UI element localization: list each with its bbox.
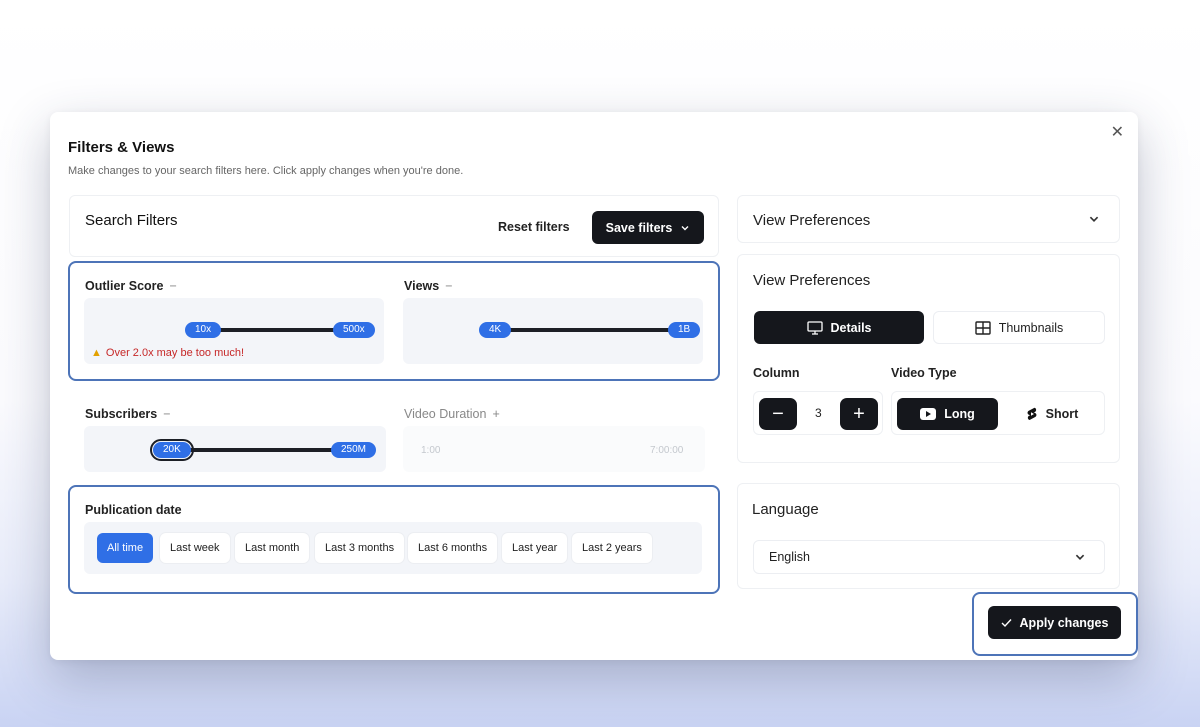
warning-icon: ▲ [91, 347, 102, 359]
view-preferences-title: View Preferences [753, 272, 871, 289]
monitor-icon [806, 320, 823, 335]
video-duration-min: 1:00 [421, 445, 441, 456]
outlier-collapse-toggle[interactable]: − [170, 279, 177, 293]
column-increment-button[interactable]: + [840, 398, 878, 430]
language-select[interactable]: English [753, 540, 1105, 574]
subscribers-max-handle[interactable]: 250M [331, 442, 377, 458]
subscribers-label: Subscribers − [85, 407, 171, 421]
outlier-max-handle[interactable]: 500x [333, 322, 375, 338]
chevron-down-icon [680, 223, 690, 233]
video-type-label: Video Type [891, 366, 957, 380]
outlier-score-label: Outlier Score − [85, 279, 177, 293]
views-slider-track[interactable] [500, 328, 680, 332]
reset-filters-button[interactable]: Reset filters [498, 220, 570, 234]
views-min-handle[interactable]: 4K [479, 322, 512, 338]
save-filters-label: Save filters [605, 220, 673, 235]
date-option-all-time[interactable]: All time [97, 533, 154, 563]
close-icon[interactable]: ✕ [1111, 122, 1124, 142]
video-duration-label: Video Duration + [404, 407, 500, 421]
filters-modal: ✕ Filters & Views Make changes to your s… [50, 112, 1138, 660]
date-option-last-week[interactable]: Last week [160, 533, 230, 563]
youtube-icon [920, 408, 937, 420]
outlier-min-handle[interactable]: 10x [185, 322, 222, 338]
grid-icon [974, 320, 991, 335]
column-decrement-button[interactable]: − [759, 398, 797, 430]
details-view-button[interactable]: Details [754, 311, 924, 344]
language-value: English [769, 550, 810, 564]
thumbnails-view-button[interactable]: Thumbnails [933, 311, 1105, 344]
modal-title: Filters & Views [68, 139, 175, 156]
chevron-down-icon[interactable] [1088, 213, 1100, 225]
chevron-down-icon [1074, 551, 1086, 563]
video-type-short-button[interactable]: Short [1006, 398, 1098, 430]
video-type-long-button[interactable]: Long [897, 398, 998, 430]
apply-changes-button[interactable]: Apply changes [988, 606, 1121, 639]
publication-date-label: Publication date [85, 503, 182, 517]
date-option-last-3-months[interactable]: Last 3 months [315, 533, 405, 563]
video-duration-expand-toggle[interactable]: + [492, 407, 499, 421]
outlier-warning: ▲ Over 2.0x may be too much! [91, 347, 245, 359]
subscribers-slider-track[interactable] [175, 448, 355, 452]
views-max-handle[interactable]: 1B [668, 322, 701, 338]
date-option-last-2-years[interactable]: Last 2 years [572, 533, 652, 563]
view-preferences-collapsed-title: View Preferences [753, 212, 871, 229]
check-icon [1001, 618, 1012, 628]
column-value: 3 [815, 406, 822, 420]
date-option-last-6-months[interactable]: Last 6 months [408, 533, 498, 563]
modal-subtitle: Make changes to your search filters here… [68, 165, 464, 177]
date-option-last-year[interactable]: Last year [502, 533, 568, 563]
search-filters-title: Search Filters [85, 212, 178, 229]
column-label: Column [753, 366, 800, 380]
subscribers-collapse-toggle[interactable]: − [163, 407, 170, 421]
language-title: Language [752, 501, 819, 518]
save-filters-button[interactable]: Save filters [592, 211, 704, 244]
views-collapse-toggle[interactable]: − [445, 279, 452, 293]
subscribers-min-handle[interactable]: 20K [150, 439, 194, 461]
video-duration-max: 7:00:00 [650, 445, 684, 456]
shorts-icon [1026, 407, 1038, 421]
views-label: Views − [404, 279, 453, 293]
date-option-last-month[interactable]: Last month [235, 533, 310, 563]
